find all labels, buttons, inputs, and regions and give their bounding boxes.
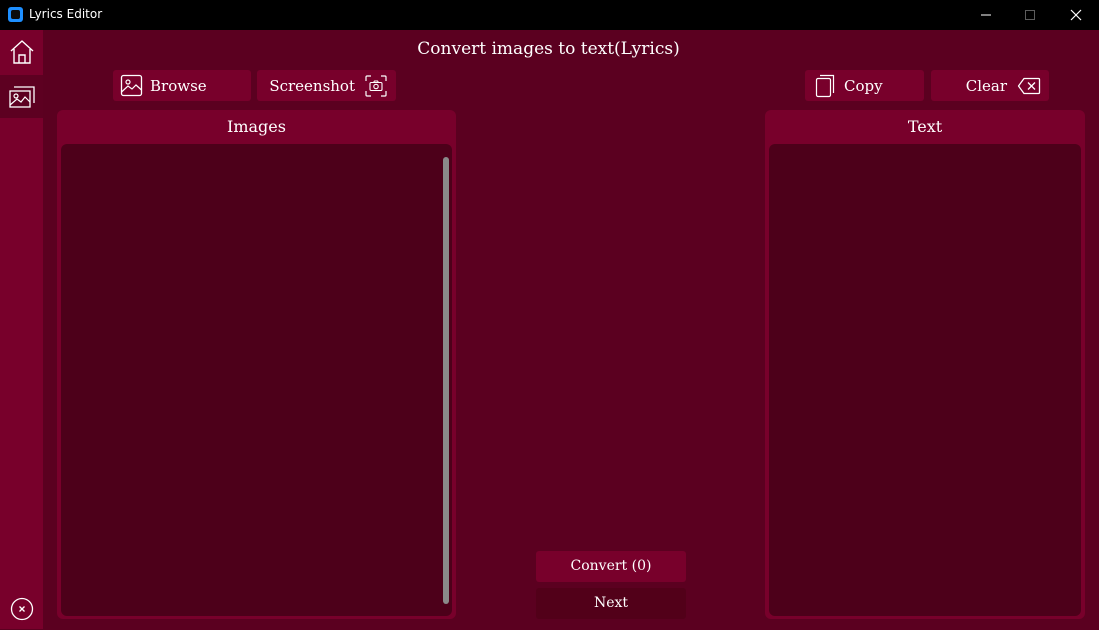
clear-button[interactable]: Clear [931, 70, 1049, 101]
backspace-icon [1017, 77, 1041, 94]
window-title: Lyrics Editor [29, 7, 103, 21]
sidebar [0, 30, 43, 629]
browse-button[interactable]: Browse [113, 70, 251, 101]
title-bar: Lyrics Editor [0, 0, 1099, 30]
copy-button[interactable]: Copy [805, 70, 924, 101]
clear-label: Clear [965, 76, 1007, 95]
convert-button[interactable]: Convert (0) [536, 551, 686, 582]
copy-icon [815, 74, 835, 97]
minimize-icon [981, 14, 991, 16]
sidebar-item-home[interactable] [0, 30, 43, 73]
maximize-icon [1025, 10, 1035, 20]
sidebar-item-images[interactable] [0, 75, 43, 118]
images-scrollbar[interactable] [443, 157, 449, 604]
page-title: Convert images to text(Lyrics) [417, 39, 680, 59]
home-icon [10, 39, 33, 64]
images-panel: Images [57, 110, 456, 619]
copy-label: Copy [844, 76, 883, 95]
browse-label: Browse [150, 76, 207, 95]
images-list[interactable] [61, 144, 452, 616]
close-circle-icon [10, 597, 33, 620]
text-output-area[interactable] [769, 144, 1081, 616]
next-button[interactable]: Next [536, 588, 686, 619]
close-icon [1070, 9, 1082, 21]
image-icon [8, 85, 35, 108]
screenshot-button[interactable]: Screenshot [257, 70, 396, 101]
text-panel: Text [765, 110, 1085, 619]
sidebar-item-exit[interactable] [0, 587, 43, 630]
app-icon [8, 7, 23, 22]
image-icon [120, 74, 143, 97]
camera-capture-icon [365, 74, 387, 97]
maximize-button[interactable] [1007, 0, 1053, 30]
text-panel-title: Text [907, 117, 943, 136]
images-panel-title: Images [227, 117, 286, 136]
screenshot-label: Screenshot [269, 76, 355, 95]
minimize-button[interactable] [963, 0, 1009, 30]
close-button[interactable] [1053, 0, 1099, 30]
